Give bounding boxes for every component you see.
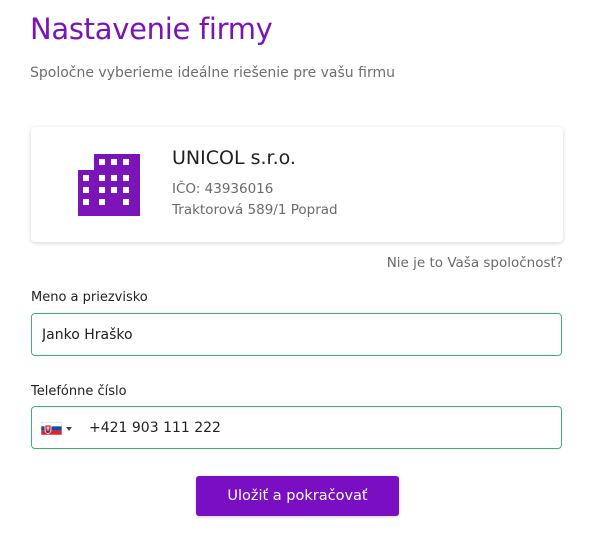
company-setup-page: Nastavenie firmy Spoločne vyberieme ideá… — [0, 0, 589, 554]
slovakia-flag-icon — [41, 422, 62, 435]
company-ico: IČO: 43936016 — [172, 181, 274, 197]
save-and-continue-button[interactable]: Uložiť a pokračovať — [196, 476, 399, 516]
phone-input[interactable] — [89, 407, 549, 448]
company-name: UNICOL s.r.o. — [172, 147, 296, 169]
phone-label: Telefónne číslo — [31, 384, 127, 399]
chevron-down-icon — [66, 427, 72, 431]
company-address: Traktorová 589/1 Poprad — [172, 202, 338, 218]
name-label: Meno a priezvisko — [31, 290, 148, 305]
company-card: UNICOL s.r.o. IČO: 43936016 Traktorová 5… — [31, 127, 563, 242]
phone-field-container — [31, 406, 562, 449]
country-code-dropdown[interactable] — [41, 421, 77, 435]
name-field-container — [31, 313, 562, 356]
not-your-company-link[interactable]: Nie je to Vaša spoločnosť? — [387, 255, 563, 271]
full-name-input[interactable] — [42, 314, 547, 355]
building-icon — [78, 154, 140, 216]
page-subtitle: Spoločne vyberieme ideálne riešenie pre … — [30, 65, 395, 81]
page-title: Nastavenie firmy — [30, 12, 273, 46]
